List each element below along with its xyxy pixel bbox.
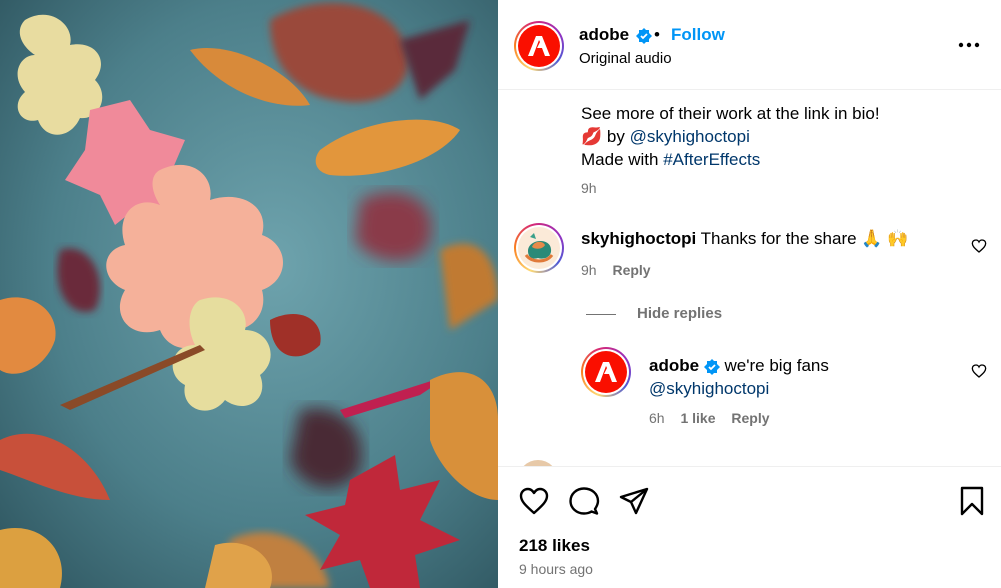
heart-icon[interactable] — [518, 485, 550, 517]
caption-line-3: Made with #AfterEffects — [581, 150, 761, 169]
reply-likes[interactable]: 1 like — [680, 410, 715, 426]
author-username[interactable]: adobe — [579, 25, 652, 45]
hide-replies-button[interactable]: Hide replies — [637, 305, 722, 322]
likes-count[interactable]: 218 likes — [519, 536, 590, 556]
comment-username[interactable]: skyhighoctopi — [581, 229, 696, 248]
comment-text: Thanks for the share 🙏 🙌 — [700, 229, 909, 248]
hide-replies-line — [586, 314, 616, 315]
caption-line-1: See more of their work at the link in bi… — [581, 104, 880, 123]
post-image — [0, 0, 498, 588]
like-comment-heart-icon[interactable] — [971, 238, 987, 254]
octopus-avatar-icon — [518, 227, 560, 269]
commenter-avatar[interactable] — [514, 223, 564, 273]
lips-emoji: 💋 — [581, 127, 603, 146]
reply-mention[interactable]: @skyhighoctopi — [649, 377, 829, 400]
comment-meta: 9h Reply — [581, 262, 651, 278]
post-caption: See more of their work at the link in bi… — [581, 102, 880, 200]
like-reply-heart-icon[interactable] — [971, 363, 987, 379]
reply-meta: 6h 1 like Reply — [649, 410, 770, 426]
caption-mention[interactable]: @skyhighoctopi — [630, 127, 750, 146]
reply-button[interactable]: Reply — [612, 262, 650, 278]
hashtag-link[interactable]: #AfterEffects — [663, 150, 760, 169]
reply-text: we're big fans — [724, 356, 829, 375]
reply-avatar[interactable] — [581, 347, 631, 397]
post-panel: adobe • Follow Original audio See more o… — [498, 0, 1001, 588]
reply-time: 6h — [649, 410, 665, 426]
reply-button[interactable]: Reply — [731, 410, 769, 426]
comment-time: 9h — [581, 262, 597, 278]
comment-body: skyhighoctopi Thanks for the share 🙏 🙌 — [581, 229, 908, 249]
reply-username[interactable]: adobe — [649, 356, 699, 375]
separator-dot: • — [654, 25, 660, 44]
more-options-icon[interactable] — [956, 32, 982, 58]
post-header: adobe • Follow Original audio — [498, 0, 1001, 90]
post-media[interactable] — [0, 0, 498, 588]
adobe-logo-icon — [518, 25, 560, 67]
bookmark-icon[interactable] — [956, 485, 988, 517]
caption-time: 9h — [581, 180, 597, 196]
comment-icon[interactable] — [568, 485, 600, 517]
verified-badge-icon — [635, 27, 652, 44]
caption-line-2: 💋 by @skyhighoctopi — [581, 127, 750, 146]
author-avatar[interactable] — [514, 21, 564, 71]
audio-label[interactable]: Original audio — [579, 50, 672, 67]
post-time: 9 hours ago — [519, 561, 593, 577]
reply-body: adobe we're big fans @skyhighoctopi — [649, 354, 829, 400]
adobe-logo-icon — [585, 351, 627, 393]
share-icon[interactable] — [618, 485, 650, 517]
verified-badge-icon — [703, 358, 720, 375]
follow-button[interactable]: Follow — [671, 25, 725, 45]
